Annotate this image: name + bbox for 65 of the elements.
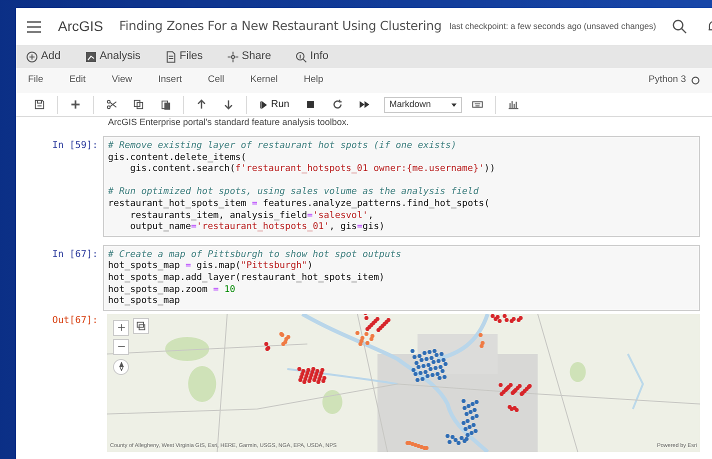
code-line: output_name='restaurant_hotspots_01', gis=gis) [129, 221, 386, 233]
scissors-icon [106, 99, 117, 110]
kernel-name: Python 3 [648, 73, 686, 88]
save-icon [34, 99, 45, 110]
fast-forward-icon [359, 99, 370, 110]
toolbar-action[interactable]: Analysis [78, 46, 147, 66]
code-line: # Run optimized hot spots, using sales volume as the analysis field [108, 186, 480, 198]
restart-icon [332, 99, 344, 110]
code-line: gis.content.search(f'restaurant_hotspots_01 owner:{me.username}')) [129, 163, 496, 175]
notebook-title: Finding Zones For a New Restaurant Using Clustering [119, 17, 442, 36]
brand-name[interactable]: ArcGIS [58, 16, 104, 37]
basemap-button[interactable] [133, 318, 149, 334]
zoom-out-button[interactable] [113, 338, 129, 355]
toolbar-action[interactable]: Info [289, 46, 334, 66]
layers-icon [136, 320, 146, 331]
checkpoint-status: last checkpoint: a few seconds ago (unsaved changes) [450, 20, 656, 33]
caret-icon [451, 102, 458, 108]
map-drawing[interactable] [107, 314, 700, 452]
keyboard-icon [472, 99, 484, 110]
code-line: restaurants_item, analysis_field='salesvol', [129, 210, 375, 222]
code-cell[interactable] [103, 136, 700, 237]
menu-item[interactable]: Kernel [250, 73, 290, 88]
bar-chart-icon [508, 99, 520, 110]
zoom-in-button[interactable] [113, 320, 129, 336]
kernel-status-icon [691, 76, 700, 85]
stop-icon [305, 99, 316, 110]
plus-icon [70, 99, 81, 110]
cell-prompt: In [67]: [51, 248, 99, 262]
cell-type-dropdown[interactable]: Markdown [384, 96, 462, 112]
code-line: hot_spots_map = gis.map("Pittsburgh") [108, 260, 314, 272]
menu-icon[interactable] [26, 18, 42, 34]
code-cell[interactable]: # Create a map of Pittsburgh to show hot spot outputs hot_spots_map = gis.map("Pittsburgh") hot_spots_map.add_layer(restaurant_hot_spots_item) hot_spots_map.zoom = 10 hot_spots_map [103, 244, 700, 311]
copy-icon [133, 99, 144, 110]
code-line: hot_spots_map.add_layer(restaurant_hot_spots_item) [108, 272, 386, 284]
search-icon[interactable] [672, 19, 688, 34]
magnifier-icon [295, 50, 308, 62]
toolbar-action[interactable]: Files [158, 46, 209, 66]
code-line: restaurant_hot_spots_item = features.analyze_patterns.find_hot_spots( [108, 198, 491, 210]
document-icon [164, 50, 177, 62]
arrow-up-icon [196, 99, 207, 110]
code-line: # Create a map of Pittsburgh to show hot spot outputs [108, 248, 402, 260]
plus-icon [116, 323, 126, 332]
chart-icon [84, 50, 97, 62]
menu-item[interactable]: View [112, 73, 144, 88]
step-icon [259, 100, 268, 110]
code-line: hot_spots_map [108, 295, 181, 307]
cell-prompt: In [59]: [51, 139, 99, 153]
run-button[interactable]: Run [253, 94, 296, 114]
menu-item[interactable]: File [28, 73, 56, 88]
code-line: gis.content.delete_items( [108, 152, 248, 164]
compass-icon [116, 362, 126, 372]
menu-item[interactable]: Help [304, 73, 336, 88]
arrow-down-icon [223, 99, 234, 110]
menu-item[interactable]: Insert [158, 73, 194, 88]
paste-icon [160, 99, 171, 110]
code-line: hot_spots_map.zoom = 10 [108, 284, 236, 296]
menu-item[interactable]: Edit [69, 73, 98, 88]
share-icon [226, 50, 239, 62]
toolbar-action[interactable]: Add [20, 46, 67, 66]
menu-item[interactable]: Cell [208, 73, 236, 88]
code-line: # Remove existing layer of restaurant hot spots (if one exists) [108, 140, 458, 152]
toolbar-action[interactable]: Share [220, 46, 278, 66]
cell-prompt: Out[67]: [51, 314, 99, 328]
partial-text: ArcGIS Enterprise portal's standard feature analysis toolbox. [107, 117, 350, 127]
add-icon [26, 50, 38, 62]
